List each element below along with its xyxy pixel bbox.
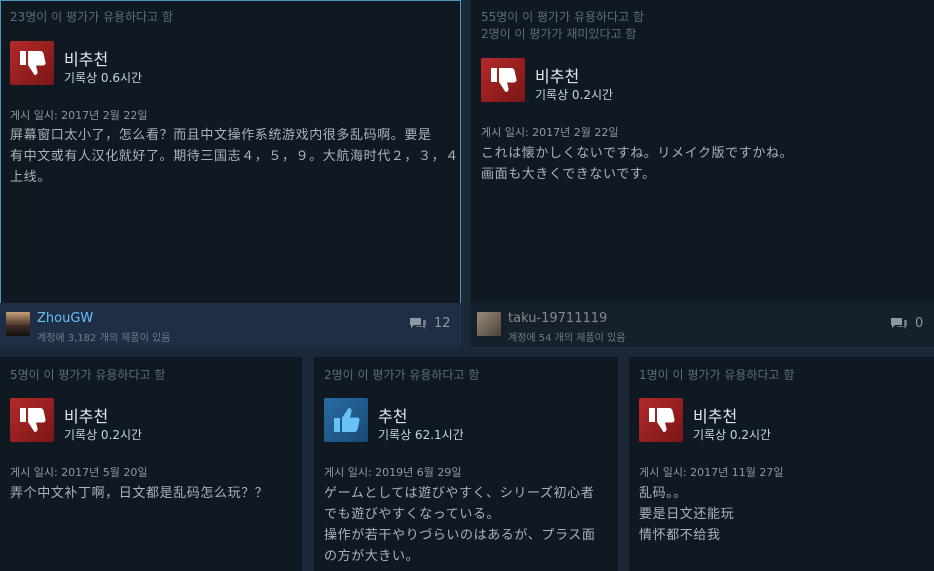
review-card[interactable]: 23명이 이 평가가 유용하다고 함 비추천 기록상 0.6시간 게시 일시: …: [0, 0, 461, 347]
review-card[interactable]: 5명이 이 평가가 유용하다고 함 비추천 기록상 0.2시간 게시 일시: 2…: [0, 357, 302, 571]
review-text-line: 情怀都不给我: [639, 528, 721, 543]
thumbs-down-icon: [481, 58, 525, 102]
helpful-count: 5명이 이 평가가 유용하다고 함: [10, 368, 166, 382]
avatar[interactable]: [477, 312, 501, 336]
review-text-line: 上线。: [10, 170, 51, 185]
comment-count: 0: [915, 316, 924, 331]
review-text: 屏幕窗口太小了，怎么看？而且中文操作系统游戏内很多乱码啊。要是 有中文或有人汉化…: [10, 125, 459, 188]
thumbs-down-icon: [639, 398, 683, 442]
review-verdict: 비추천: [64, 407, 109, 426]
funny-count: 2명이 이 평가가 재미있다고 함: [481, 27, 637, 41]
review-text-line: 画面も大きくできないです。: [481, 167, 656, 182]
review-verdict: 비추천: [535, 67, 580, 86]
review-text-line: でも遊びやすくなっている。: [324, 507, 501, 522]
playtime-hours: 기록상 62.1시간: [378, 428, 464, 442]
product-count: 계정에 3,182 개의 제품이 있음: [37, 333, 171, 344]
review-text: 弄个中文补丁啊，日文都是乱码怎么玩？？: [10, 483, 268, 504]
review-verdict: 추천: [378, 407, 408, 426]
review-footer: taku-19711119 계정에 54 개의 제품이 있음 0: [471, 303, 934, 347]
review-text: ゲームとしては遊びやすく、シリーズ初心者 でも遊びやすくなっている。 操作が若干…: [324, 483, 595, 567]
posted-date: 게시 일시: 2017년 2월 22일: [481, 126, 619, 139]
review-card[interactable]: 2명이 이 평가가 유용하다고 함 추천 기록상 62.1시간 게시 일시: 2…: [314, 357, 618, 571]
review-card[interactable]: 1명이 이 평가가 유용하다고 함 비추천 기록상 0.2시간 게시 일시: 2…: [629, 357, 934, 571]
helpful-count: 23명이 이 평가가 유용하다고 함: [10, 10, 174, 24]
review-footer: ZhouGW 계정에 3,182 개의 제품이 있음 12: [0, 303, 461, 347]
comment-icon[interactable]: [409, 317, 427, 333]
thumbs-up-icon: [324, 398, 368, 442]
review-verdict: 비추천: [693, 407, 738, 426]
playtime-hours: 기록상 0.2시간: [64, 428, 143, 442]
comment-count: 12: [434, 316, 451, 331]
author-name[interactable]: ZhouGW: [37, 311, 93, 326]
review-text-line: 屏幕窗口太小了，怎么看？而且中文操作系统游戏内很多乱码啊。要是: [10, 128, 432, 143]
review-text-line: 要是日文还能玩: [639, 507, 735, 522]
review-text-line: ゲームとしては遊びやすく、シリーズ初心者: [324, 486, 595, 501]
playtime-hours: 기록상 0.6시간: [64, 71, 143, 85]
review-text-line: の方が大きい。: [324, 549, 420, 564]
helpful-count: 2명이 이 평가가 유용하다고 함: [324, 368, 480, 382]
avatar[interactable]: [6, 312, 30, 336]
review-text-line: これは懐かしくないですね。リメイク版ですかね。: [481, 146, 794, 161]
review-text: これは懐かしくないですね。リメイク版ですかね。 画面も大きくできないです。: [481, 143, 793, 185]
posted-date: 게시 일시: 2017년 5월 20일: [10, 466, 148, 479]
author-name[interactable]: taku-19711119: [508, 311, 607, 326]
review-verdict: 비추천: [64, 50, 109, 69]
posted-date: 게시 일시: 2017년 2월 22일: [10, 109, 148, 122]
helpful-count: 1명이 이 평가가 유용하다고 함: [639, 368, 795, 382]
helpful-count: 55명이 이 평가가 유용하다고 함: [481, 10, 645, 24]
review-text-line: 操作が若干やりづらいのはあるが、プラス面: [324, 528, 596, 543]
posted-date: 게시 일시: 2019년 6월 29일: [324, 466, 462, 479]
review-card[interactable]: 55명이 이 평가가 유용하다고 함 2명이 이 평가가 재미있다고 함 비추천…: [471, 0, 934, 347]
posted-date: 게시 일시: 2017년 11월 27일: [639, 466, 784, 479]
review-text-line: 乱码。。: [639, 486, 687, 501]
review-text-line: 弄个中文补丁啊，日文都是乱码怎么玩？？: [10, 486, 269, 501]
review-text: 乱码。。 要是日文还能玩 情怀都不给我: [639, 483, 734, 546]
thumbs-down-icon: [10, 41, 54, 85]
playtime-hours: 기록상 0.2시간: [693, 428, 772, 442]
playtime-hours: 기록상 0.2시간: [535, 88, 614, 102]
product-count: 계정에 54 개의 제품이 있음: [508, 333, 626, 344]
thumbs-down-icon: [10, 398, 54, 442]
comment-icon[interactable]: [890, 317, 908, 333]
review-text-line: 有中文或有人汉化就好了。期待三国志４，５，９。大航海时代２，３，４: [10, 149, 459, 164]
